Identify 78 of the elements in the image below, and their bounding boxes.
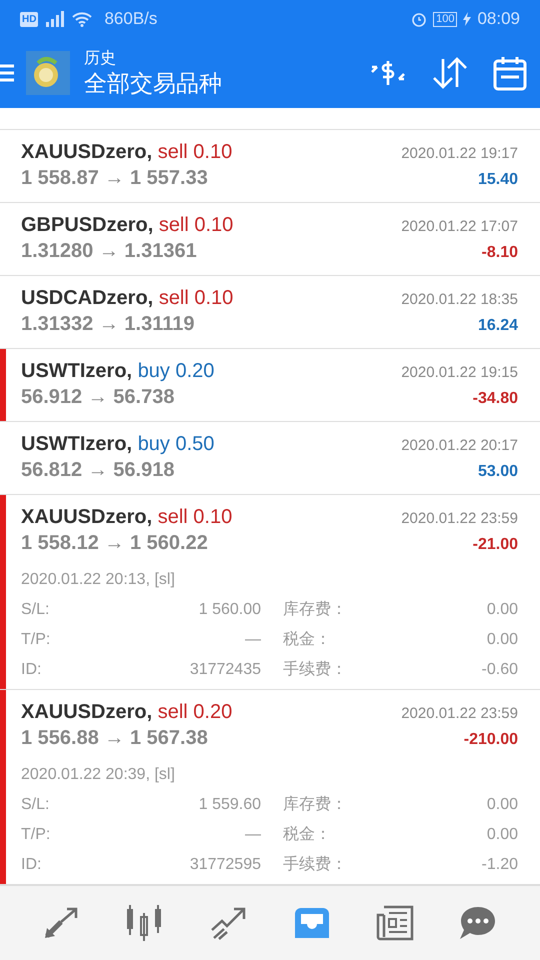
battery-level: 100 [433,12,458,26]
network-badge: HD [20,12,38,26]
field-label: T/P: [21,630,52,650]
trade-profit: 16.24 [478,316,518,336]
trade-prices: 1 558.87 → 1 557.33 [21,166,208,191]
field-value: 0.00 [486,825,518,845]
field-value: 0.00 [486,600,518,620]
field-value: 0.00 [486,630,518,650]
wifi-icon [72,11,92,27]
trade-title: USWTIzero, buy 0.20 [21,359,214,384]
trade-time: 2020.01.22 17:07 [401,217,518,237]
field-label: ID: [21,660,42,680]
menu-icon [0,64,14,82]
trade-profit: 53.00 [478,462,518,482]
charging-icon [463,12,472,26]
trade-profit: -210.00 [464,730,518,750]
field-value: 1 560.00 [198,600,261,620]
calendar-icon [493,55,527,91]
field-label: 手续费： [282,854,348,875]
trade-row[interactable]: XAUUSDzero, sell 0.10 2020.01.22 19:17 1 558.87 → 1 557.33 15.40 [0,130,540,203]
field-value: -0.60 [482,660,518,680]
app-logo-icon [26,51,70,95]
screen-title: 历史 [84,48,117,69]
trade-row[interactable]: GBPUSDzero, sell 0.10 2020.01.22 17:07 1.31280 → 1.31361 -8.10 [0,203,540,276]
trade-title: USWTIzero, buy 0.50 [21,432,214,457]
field-value: — [244,825,261,845]
trade-time: 2020.01.22 19:15 [401,363,518,383]
trade-row[interactable]: USWTIzero, buy 0.50 2020.01.22 20:17 56.812 → 56.918 53.00 [0,422,540,495]
trade-profit: -8.10 [482,243,518,263]
trade-row[interactable]: USWTIzero, buy 0.20 2020.01.22 19:15 56.912 → 56.738 -34.80 [0,349,540,422]
field-label: ID: [21,855,42,875]
field-label: 税金： [282,824,332,845]
inbox-icon [292,906,331,940]
field-value: 31772435 [188,660,261,680]
field-label: 税金： [282,630,332,650]
trade-prices: 1 556.88 → 1 567.38 [21,726,208,751]
trade-prices: 1.31280 → 1.31361 [21,239,197,264]
trade-title: GBPUSDzero, sell 0.10 [21,213,234,238]
alarm-icon [411,11,428,27]
trade-profit: -21.00 [472,535,518,555]
trade-title: XAUUSDzero, sell 0.10 [21,140,232,165]
field-label: 库存费： [282,794,348,815]
trade-row[interactable]: XAUUSDzero, sell 0.10 2020.01.22 23:59 1 558.12 → 1 560.22 -21.00 2020.01.22 20:13, [sl] S/L: 1 560.00 库存费： 0.00 T/P: — 税金： 0.00 ID: 31772435 手续费： -0.60 [0,495,540,690]
field-label: T/P: [21,825,52,845]
field-value: — [244,630,261,650]
field-value: -1.20 [482,855,518,875]
trade-title: USDCADzero, sell 0.10 [21,286,234,311]
trade-prices: 1.31332 → 1.31119 [21,312,194,337]
network-speed: 860B/s [104,8,158,30]
trade-prices: 56.912 → 56.738 [21,385,174,410]
close-info: 2020.01.22 20:39, [sl] [21,765,176,785]
field-label: S/L: [21,795,50,815]
trade-prices: 56.812 → 56.918 [21,458,174,483]
sort-icon [431,57,469,89]
trade-time: 2020.01.22 20:17 [401,436,518,456]
trade-time: 2020.01.22 23:59 [401,509,518,529]
trend-arrow-icon [209,906,248,940]
trade-time: 2020.01.22 19:17 [401,144,518,164]
chat-bubble-icon [459,905,498,941]
trade-time: 2020.01.22 18:35 [401,290,518,310]
field-label: 库存费： [282,600,348,620]
symbol-filter[interactable]: 全部交易品种 [84,68,222,98]
field-value: 31772595 [188,855,261,875]
trade-prices: 1 558.12 → 1 560.22 [21,531,208,556]
close-info: 2020.01.22 20:13, [sl] [21,570,176,590]
trade-title: XAUUSDzero, sell 0.20 [21,700,232,725]
trade-row[interactable]: USDCADzero, sell 0.10 2020.01.22 18:35 1.31332 → 1.31119 16.24 [0,276,540,349]
signal-icon [44,11,66,27]
clock: 08:09 [477,8,520,30]
trade-profit: -34.80 [472,389,518,409]
field-label: S/L: [21,600,50,620]
field-value: 0.00 [486,795,518,815]
trade-profit: 15.40 [478,170,518,190]
trade-time: 2020.01.22 23:59 [401,704,518,724]
field-value: 1 559.60 [198,795,261,815]
newspaper-icon [376,905,414,941]
trade-title: XAUUSDzero, sell 0.10 [21,505,232,530]
field-label: 手续费： [282,660,348,680]
